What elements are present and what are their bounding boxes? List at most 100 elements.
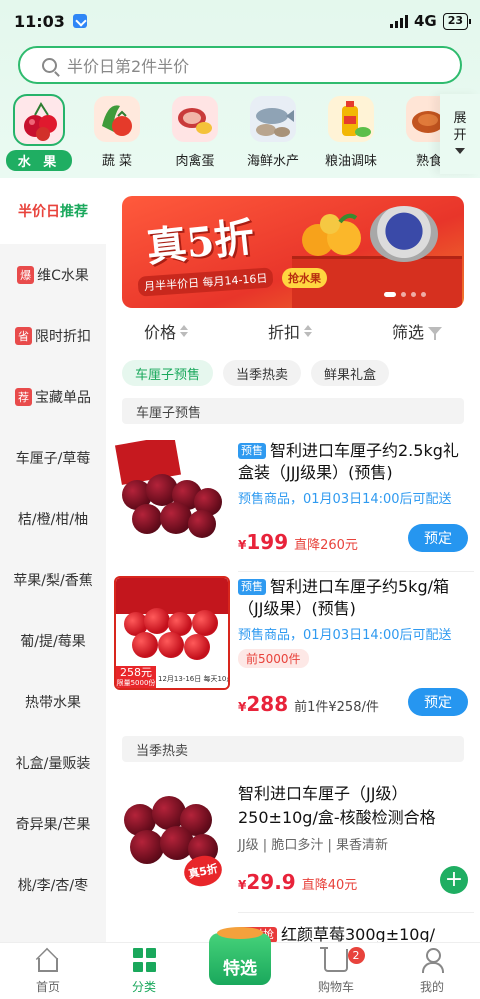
category-deli[interactable]: 熟食 xyxy=(390,94,440,174)
category-label: 肉禽蛋 xyxy=(175,154,215,169)
divider xyxy=(238,571,474,572)
expand-categories-button[interactable]: 展 开 xyxy=(440,94,480,174)
status-bar: 11:03 4G 23 xyxy=(14,8,472,34)
signal-icon xyxy=(389,14,408,28)
nav-category-label: 分类 xyxy=(131,980,156,994)
product-image: 258元 限量5000份 12月13-16日 每天10点 xyxy=(114,576,230,690)
sidebar-item-label: 葡/提/莓果 xyxy=(20,633,86,650)
deli-image xyxy=(406,96,440,142)
category-meat-egg[interactable]: 肉禽蛋 xyxy=(156,94,234,174)
nav-cart-label: 购物车 xyxy=(317,980,354,994)
cart-icon xyxy=(320,947,348,972)
home-icon xyxy=(38,958,58,972)
chip-seasonal-hot[interactable]: 当季热卖 xyxy=(223,360,302,386)
sort-bar: 价格 折扣 筛选 xyxy=(106,316,480,346)
sidebar-item-label: 热带水果 xyxy=(25,694,81,711)
delivery-note: 预售商品，01月03日14:00后可配送 xyxy=(238,492,452,507)
banner-headline: 真5折 xyxy=(144,213,257,272)
seafood-image xyxy=(250,96,296,142)
price-value: 29.9 xyxy=(246,870,296,894)
save-tag: 省 xyxy=(15,326,32,345)
category-grain-oil[interactable]: 粮油调味 xyxy=(312,94,390,174)
sidebar-item-citrus[interactable]: 桔/橙/柑/柚 xyxy=(0,488,106,549)
category-label: 熟食 xyxy=(415,154,440,169)
nav-cart[interactable]: 2 购物车 xyxy=(288,943,384,999)
user-icon xyxy=(420,948,444,973)
product-title-text: 智利进口车厘子约5kg/箱（JJ级果）(预售) xyxy=(238,577,449,618)
sort-discount-label: 折扣 xyxy=(268,323,301,342)
product-price: ¥199 xyxy=(238,530,288,554)
category-label: 水 果 xyxy=(5,150,73,171)
sidebar-item-apple-pear-banana[interactable]: 苹果/梨/香蕉 xyxy=(0,549,106,610)
sidebar-item-treasure[interactable]: 荐宝藏单品 xyxy=(0,366,106,427)
expand-label: 展 xyxy=(453,111,467,126)
nav-me[interactable]: 我的 xyxy=(384,943,480,999)
sort-discount[interactable]: 折扣 xyxy=(268,319,313,343)
filter-icon xyxy=(428,327,443,340)
reserve-button[interactable]: 预定 xyxy=(408,524,468,552)
product-image xyxy=(114,440,230,554)
product-info: 预售 智利进口车厘子约2.5kg礼盒装（JJJ级果）(预售) 预售商品，01月03… xyxy=(238,440,468,507)
image-price-sub: 限量5000份 xyxy=(116,679,156,687)
sidebar-item-gift-box[interactable]: 礼盒/量贩装 xyxy=(0,732,106,793)
subcategory-sidebar: 半价日 推荐 爆维C水果 省限时折扣 荐宝藏单品 车厘子/草莓 桔/橙/柑/柚 苹… xyxy=(0,178,106,942)
sidebar-item-label: 奇异果/芒果 xyxy=(15,816,91,833)
category-label: 粮油调味 xyxy=(324,154,377,169)
sidebar-item-limited-discount[interactable]: 省限时折扣 xyxy=(0,305,106,366)
sidebar-item-grape-berry[interactable]: 葡/提/莓果 xyxy=(0,610,106,671)
grain-oil-image xyxy=(328,96,374,142)
section-header-presale: 车厘子预售 xyxy=(122,398,464,424)
sort-price[interactable]: 价格 xyxy=(144,319,189,343)
sidebar-item-kiwi-mango[interactable]: 奇异果/芒果 xyxy=(0,793,106,854)
nav-featured[interactable]: 特选 xyxy=(192,927,288,999)
nav-home[interactable]: 首页 xyxy=(0,943,96,999)
product-card[interactable]: 真5折 智利进口车厘子（JJ级）250±10g/盒-核酸检测合格 JJ级 | 脆… xyxy=(114,782,474,902)
sidebar-label-red: 半价日 xyxy=(18,204,60,220)
sidebar-item-cherry-strawberry[interactable]: 车厘子/草莓 xyxy=(0,427,106,488)
sidebar-item-label: 苹果/梨/香蕉 xyxy=(13,572,93,589)
nav-category[interactable]: 分类 xyxy=(96,943,192,999)
chip-fruit-gift-box[interactable]: 鲜果礼盒 xyxy=(311,360,390,386)
sidebar-item-label: 礼盒/量贩装 xyxy=(15,755,91,772)
expand-label: 开 xyxy=(453,128,467,143)
chevron-down-icon xyxy=(455,148,465,154)
banner-cta: 抢水果 xyxy=(282,268,327,288)
product-card[interactable]: 预售 智利进口车厘子约2.5kg礼盒装（JJJ级果）(预售) 预售商品，01月03… xyxy=(114,440,474,560)
filter-button[interactable]: 筛选 xyxy=(392,319,443,343)
sidebar-item-label: 维C水果 xyxy=(37,267,89,284)
status-time: 11:03 xyxy=(14,11,65,31)
sidebar-item-label: 桔/橙/柑/柚 xyxy=(17,511,89,528)
sort-arrows-icon xyxy=(304,325,313,337)
product-title-text: 红颜草莓300g±10g/ xyxy=(281,925,436,942)
product-tags: JJ级 | 脆口多汁 | 果香清新 xyxy=(238,838,388,853)
sidebar-item-vitamin-c[interactable]: 爆维C水果 xyxy=(0,244,106,305)
delivery-note: 预售商品，01月03日14:00后可配送 xyxy=(238,628,452,643)
presale-tag: 预售 xyxy=(238,579,266,595)
sidebar-item-peach-plum[interactable]: 桃/李/杏/枣 xyxy=(0,854,106,915)
promo-banner[interactable]: 真5折 月半半价日 每月14-16日 抢水果 xyxy=(122,196,464,308)
hot-tag: 爆 xyxy=(17,265,35,284)
recommend-tag: 荐 xyxy=(15,387,32,406)
vegetable-image xyxy=(94,96,140,142)
first-unit-price: 前1件¥258/件 xyxy=(294,700,379,715)
chip-cherry-presale[interactable]: 车厘子预售 xyxy=(122,360,214,386)
category-vegetable[interactable]: 蔬 菜 xyxy=(78,94,156,174)
product-title: 预售 智利进口车厘子约5kg/箱（JJ级果）(预售) xyxy=(238,576,468,620)
network-type: 4G xyxy=(413,12,437,30)
reserve-button[interactable]: 预定 xyxy=(408,688,468,716)
price-value: 288 xyxy=(246,692,289,716)
add-to-cart-button[interactable]: + xyxy=(440,866,468,894)
category-fruit[interactable]: 水 果 xyxy=(0,94,78,174)
orange-image xyxy=(302,213,361,256)
category-grid-icon xyxy=(132,948,156,972)
filter-chips: 车厘子预售 当季热卖 鲜果礼盒 xyxy=(122,360,390,386)
search-bar[interactable]: 半价日第2件半价 xyxy=(18,46,462,84)
product-card[interactable]: 限时抢红颜草莓300g±10g/ xyxy=(114,924,474,942)
category-seafood[interactable]: 海鲜水产 xyxy=(234,94,312,174)
sidebar-label-green: 推荐 xyxy=(60,204,88,220)
fruit-image xyxy=(13,94,65,146)
product-card[interactable]: 258元 限量5000份 12月13-16日 每天10点 预售 智利进口车厘子约5k… xyxy=(114,576,474,720)
sidebar-item-tropical[interactable]: 热带水果 xyxy=(0,671,106,732)
sidebar-item-half-price-day[interactable]: 半价日 推荐 xyxy=(0,178,106,244)
sidebar-item-label: 限时折扣 xyxy=(35,328,91,345)
